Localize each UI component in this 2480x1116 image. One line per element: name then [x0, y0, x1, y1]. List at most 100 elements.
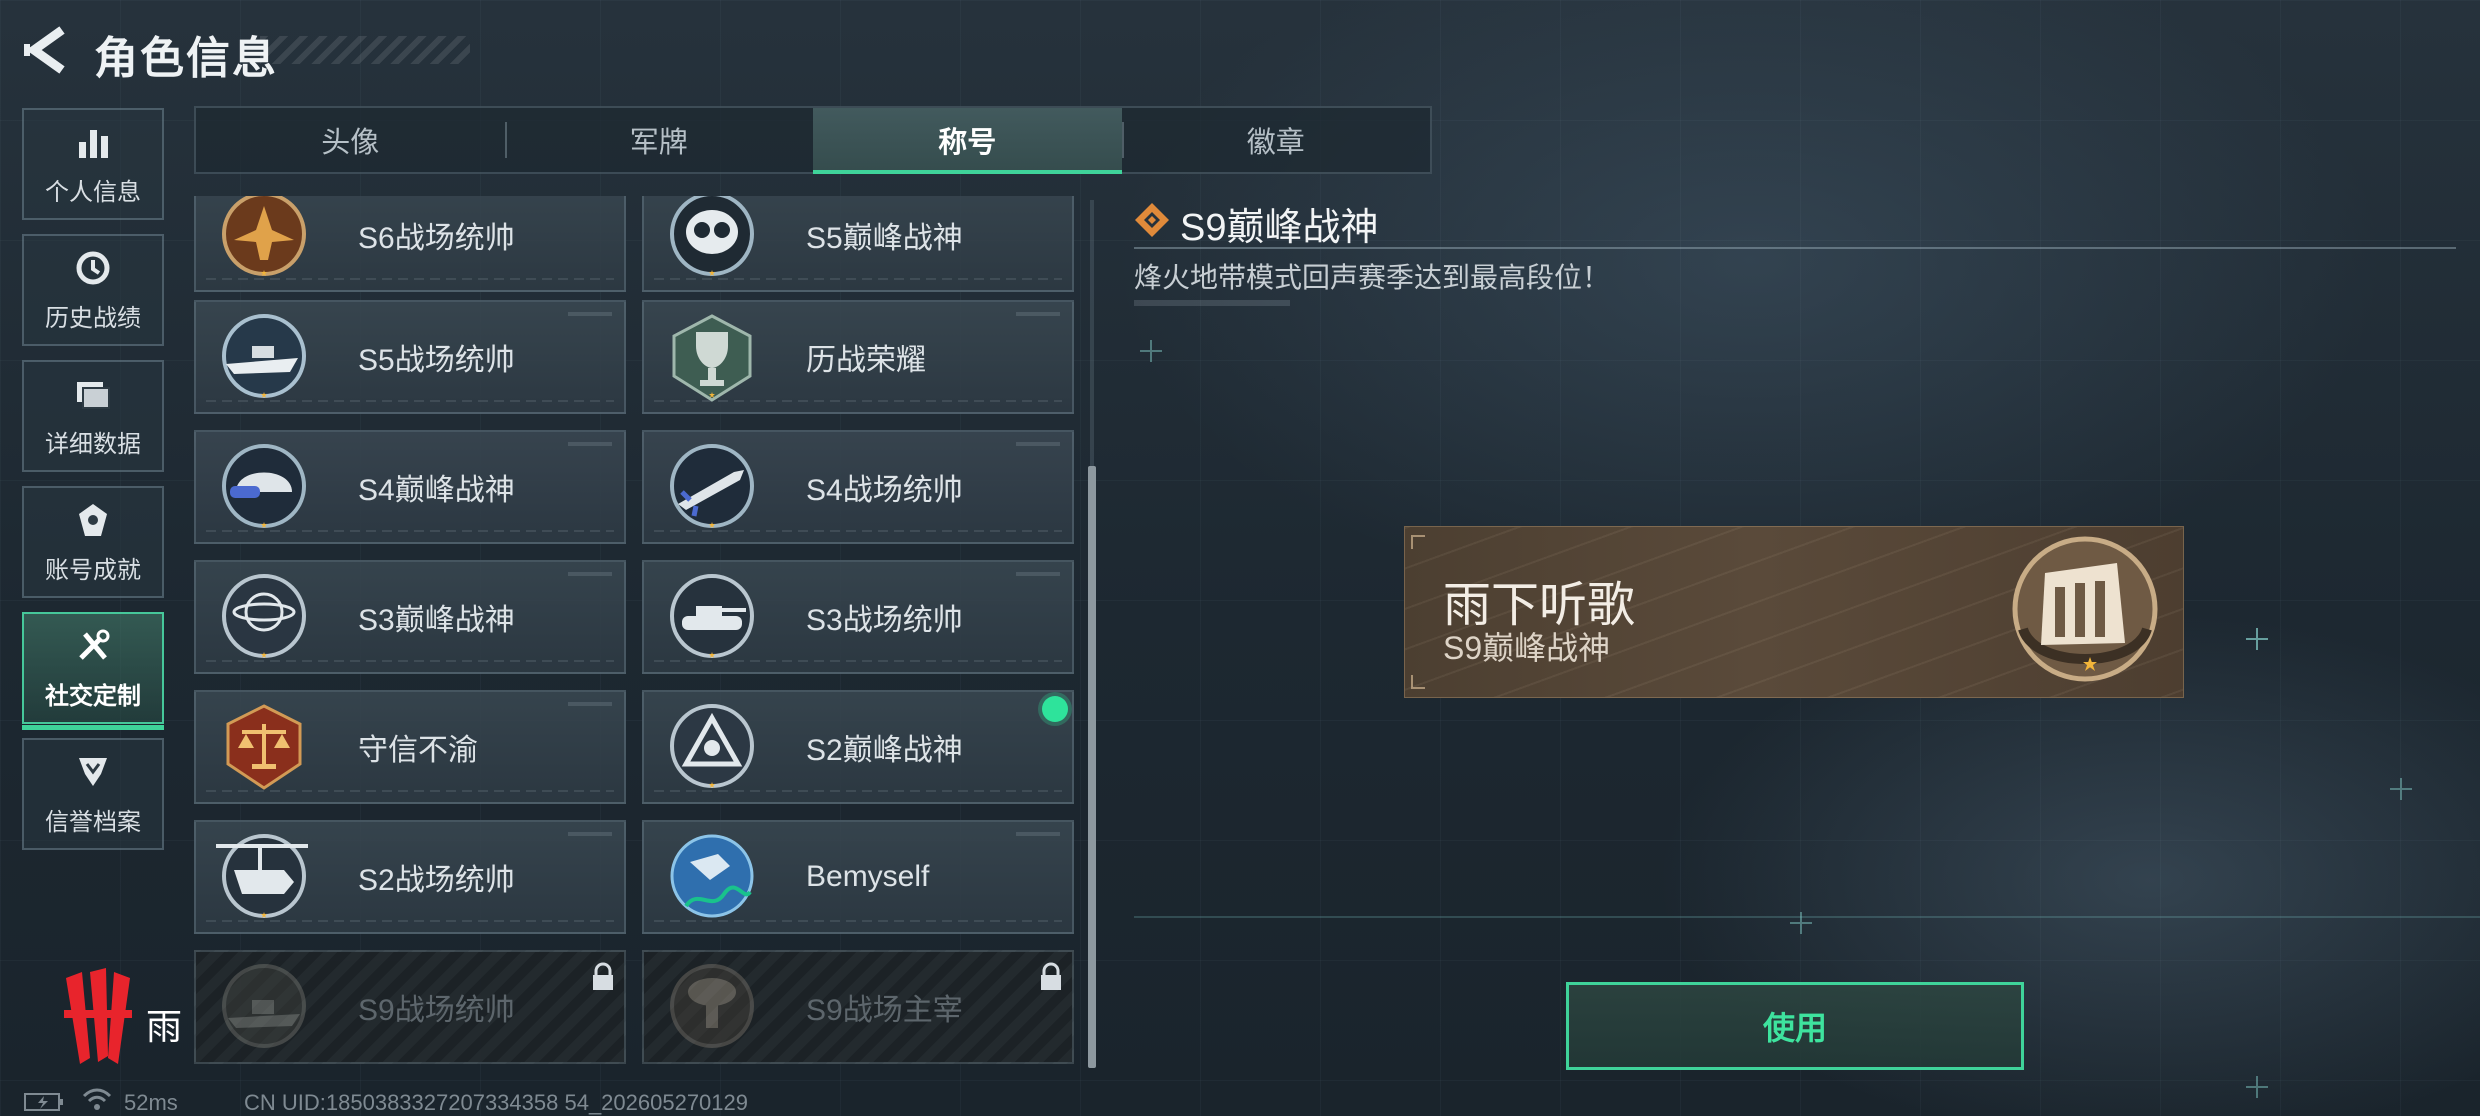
preview-title: S9巅峰战神 [1443, 630, 1611, 666]
detail-divider [1134, 247, 2456, 249]
card-decoration [568, 312, 612, 316]
card-decoration [206, 660, 614, 662]
tab-title[interactable]: 称号 [813, 108, 1122, 174]
signature-emblem-icon [670, 834, 754, 918]
detail-description: 烽火地带模式回声赛季达到最高段位！ [1134, 262, 1611, 293]
lock-icon [593, 962, 613, 990]
helmet-emblem-icon [222, 444, 306, 528]
red-magic-logo-icon [64, 968, 132, 1064]
sidebar-item-detailed-data[interactable]: 详细数据 [22, 360, 164, 472]
ping-readout: 52ms [124, 1090, 178, 1115]
card-decoration [206, 278, 614, 280]
title-card-label: S6战场统帅 [358, 222, 515, 255]
card-decoration [654, 400, 1062, 402]
title-list[interactable]: S6战场统帅 S5巅峰战神 S5战场统帅 历战荣耀 S4巅峰战神 S4战场统帅 … [194, 196, 1094, 1068]
crosshair-decoration [2390, 778, 2412, 800]
achievement-icon [79, 503, 107, 536]
scales-emblem-icon [226, 704, 302, 790]
card-decoration [568, 572, 612, 576]
title-card-label: S2战场统帅 [358, 864, 515, 897]
title-card[interactable]: S2战场统帅 [194, 820, 626, 934]
plate-corner [1411, 535, 1425, 549]
title-card-label: S9战场主宰 [806, 994, 963, 1027]
equipped-indicator [1042, 696, 1068, 722]
card-decoration [1016, 312, 1060, 316]
crosshair-decoration [1140, 340, 1162, 362]
sidebar-item-label: 信誉档案 [45, 808, 141, 836]
title-card-label: S5巅峰战神 [806, 222, 963, 255]
card-decoration [568, 832, 612, 836]
title-card[interactable]: Bemyself [642, 820, 1074, 934]
sidebar-item-personal-info[interactable]: 个人信息 [22, 108, 164, 220]
title-card[interactable]: S5巅峰战神 [642, 196, 1074, 292]
tools-icon [79, 629, 110, 660]
crosshair-decoration [2246, 628, 2268, 650]
title-card[interactable]: S5战场统帅 [194, 300, 626, 414]
crosshair-decoration [2246, 1076, 2268, 1098]
sidebar-item-social-custom[interactable]: 社交定制 [22, 612, 164, 730]
card-decoration [654, 920, 1062, 922]
credit-icon [79, 757, 107, 786]
tab-bar: 头像 军牌 称号 徽章 [194, 106, 1432, 174]
mask-emblem-icon [670, 196, 754, 276]
card-decoration [654, 790, 1062, 792]
sidebar-item-label: 账号成就 [45, 556, 141, 584]
card-decoration [568, 702, 612, 706]
tab-avatar[interactable]: 头像 [196, 108, 505, 172]
scrollbar-thumb[interactable] [1088, 466, 1096, 1068]
card-decoration [654, 278, 1062, 280]
title-card[interactable]: S2巅峰战神 [642, 690, 1074, 804]
battery-icon [24, 1093, 63, 1111]
tab-dog-tag[interactable]: 军牌 [504, 108, 814, 172]
title-card-locked[interactable]: S9战场统帅 [194, 950, 626, 1064]
warship-emblem-icon [222, 964, 306, 1048]
monument-emblem-icon [2012, 536, 2158, 682]
title-card-label: 守信不渝 [358, 734, 478, 767]
horizon-line [1134, 916, 2480, 918]
card-decoration [1016, 442, 1060, 446]
wifi-icon [82, 1088, 112, 1110]
title-card-label: S4巅峰战神 [358, 474, 515, 507]
title-card[interactable]: S3巅峰战神 [194, 560, 626, 674]
title-card[interactable]: S6战场统帅 [194, 196, 626, 292]
title-stripe-decoration [260, 36, 470, 64]
card-decoration [206, 920, 614, 922]
title-preview-plate: 雨下听歌 S9巅峰战神 [1404, 526, 2184, 698]
title-card-label: S4战场统帅 [806, 474, 963, 507]
use-button[interactable]: 使用 [1566, 982, 2024, 1070]
globe-emblem-icon [222, 574, 306, 658]
sidebar-item-credit-file[interactable]: 信誉档案 [22, 738, 164, 850]
title-card[interactable]: S4战场统帅 [642, 430, 1074, 544]
diamond-title-icon [1135, 203, 1169, 237]
jet-emblem-icon [222, 196, 306, 276]
boat-emblem-icon [222, 314, 306, 398]
title-card[interactable]: S3战场统帅 [642, 560, 1074, 674]
title-card[interactable]: 历战荣耀 [642, 300, 1074, 414]
bar-chart-icon [79, 129, 108, 158]
title-card-label: 历战荣耀 [806, 344, 926, 377]
detail-subtext-bar [1134, 300, 1290, 306]
title-card-locked[interactable]: S9战场主宰 [642, 950, 1074, 1064]
card-decoration [206, 790, 614, 792]
triangle-emblem-icon [670, 704, 754, 788]
sidebar-item-label: 社交定制 [45, 682, 141, 710]
sidebar-item-history[interactable]: 历史战绩 [22, 234, 164, 346]
sidebar-item-achievements[interactable]: 账号成就 [22, 486, 164, 598]
card-decoration [568, 442, 612, 446]
trophy-emblem-icon [672, 314, 752, 402]
card-decoration [206, 530, 614, 532]
page-title: 角色信息 [94, 34, 278, 83]
tab-badge[interactable]: 徽章 [1121, 108, 1431, 172]
card-decoration [1016, 572, 1060, 576]
brand-text: 雨 [146, 1006, 183, 1047]
title-card[interactable]: S4巅峰战神 [194, 430, 626, 544]
sidebar-item-label: 个人信息 [45, 178, 141, 206]
folder-icon [77, 381, 110, 409]
sidebar-item-label: 历史战绩 [45, 304, 141, 332]
plate-corner [1411, 675, 1425, 689]
card-decoration [206, 400, 614, 402]
detail-title: S9巅峰战神 [1180, 207, 1379, 249]
card-decoration [1016, 832, 1060, 836]
title-card[interactable]: 守信不渝 [194, 690, 626, 804]
back-arrow-icon[interactable] [22, 24, 68, 76]
